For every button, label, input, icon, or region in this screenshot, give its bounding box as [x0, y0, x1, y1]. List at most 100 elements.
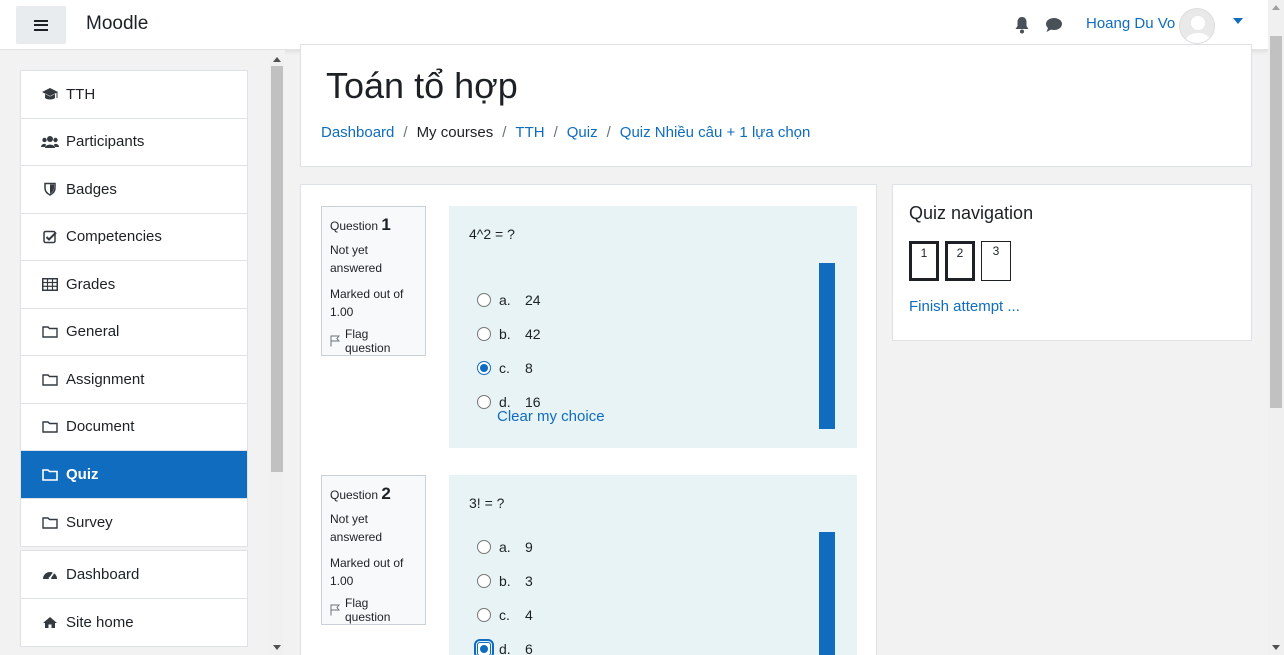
radio-button[interactable]	[477, 327, 491, 341]
breadcrumb: Dashboard / My courses / TTH / Quiz / Qu…	[321, 124, 810, 141]
sidebar-item-label: Participants	[66, 133, 145, 151]
sidebar-item-assignment[interactable]: Assignment	[21, 356, 247, 404]
page-header: Toán tổ hợp Dashboard / My courses / TTH…	[300, 44, 1252, 167]
sidebar-item-label: Badges	[66, 180, 117, 198]
answer-option[interactable]: b. 3	[477, 573, 533, 589]
chat-icon[interactable]	[1045, 17, 1063, 33]
radio-button[interactable]	[477, 395, 491, 409]
user-silhouette-icon	[1185, 16, 1211, 43]
question-number: Question 1	[330, 215, 391, 234]
breadcrumb-separator: /	[606, 124, 611, 141]
breadcrumb-quiz[interactable]: Quiz	[567, 124, 598, 141]
question-text: 4^2 = ?	[469, 226, 515, 242]
question-text: 3! = ?	[469, 495, 505, 511]
radio-button-checked[interactable]	[477, 361, 491, 375]
sidebar-item-label: Site home	[66, 613, 134, 631]
radio-button-checked[interactable]	[474, 639, 494, 655]
folder-icon	[41, 325, 59, 339]
nav-drawer: TTH Participants Badges Competencies Gra…	[0, 50, 285, 655]
breadcrumb-separator: /	[502, 124, 507, 141]
sidebar-item-tth[interactable]: TTH	[21, 71, 247, 119]
answer-option[interactable]: c. 4	[477, 607, 533, 623]
sidebar-item-label: Quiz	[66, 465, 99, 483]
radio-button[interactable]	[477, 540, 491, 554]
breadcrumb-tth[interactable]: TTH	[515, 124, 544, 141]
users-icon	[41, 135, 59, 149]
page-scrollbar-thumb[interactable]	[1270, 36, 1282, 408]
sidebar-item-label: Survey	[66, 513, 113, 531]
quiz-nav-button-3[interactable]: 3	[981, 241, 1011, 281]
folder-icon	[41, 467, 59, 481]
breadcrumb-my-courses: My courses	[416, 124, 494, 141]
menu-icon	[34, 19, 48, 31]
answer-option[interactable]: a. 24	[477, 292, 541, 308]
quiz-attempt-region: Question 1 Not yet answered Marked out o…	[300, 184, 877, 655]
scroll-up-icon[interactable]	[1272, 5, 1280, 10]
user-name[interactable]: Hoang Du Vo	[1086, 15, 1175, 32]
sidebar-item-competencies[interactable]: Competencies	[21, 214, 247, 261]
avatar[interactable]	[1179, 8, 1215, 44]
sidebar-item-label: Assignment	[66, 370, 145, 388]
breadcrumb-quiz-activity[interactable]: Quiz Nhiều câu + 1 lựa chọn	[620, 124, 811, 141]
radio-button[interactable]	[477, 608, 491, 622]
sidebar-item-document[interactable]: Document	[21, 404, 247, 451]
folder-icon	[41, 420, 59, 434]
table-icon	[41, 277, 59, 291]
question-grade: Marked out of 1.00	[330, 287, 404, 319]
answer-option[interactable]: b. 42	[477, 326, 541, 342]
sidebar-item-label: Dashboard	[66, 565, 140, 583]
check-square-icon	[41, 230, 59, 244]
answer-option[interactable]: d. 6	[474, 639, 533, 655]
sidebar-scrollbar-thumb[interactable]	[271, 66, 283, 472]
breadcrumb-dashboard[interactable]: Dashboard	[321, 124, 394, 141]
breadcrumb-separator: /	[553, 124, 558, 141]
sidebar-item-label: Grades	[66, 275, 116, 293]
site-nav: Dashboard Site home	[20, 550, 248, 647]
tachometer-icon	[41, 567, 59, 581]
scroll-down-icon[interactable]	[273, 645, 281, 650]
answer-highlight-bar	[819, 532, 835, 655]
flag-icon	[330, 335, 340, 347]
scroll-down-icon[interactable]	[1272, 645, 1280, 650]
question-content: 4^2 = ? a. 24 b. 42 c. 8 d. 16 Clear my …	[449, 206, 857, 448]
course-nav: TTH Participants Badges Competencies Gra…	[20, 70, 248, 547]
flag-question-button[interactable]: Flag question	[330, 327, 417, 355]
finish-attempt-link[interactable]: Finish attempt ...	[909, 298, 1020, 315]
quiz-navigation-title: Quiz navigation	[909, 203, 1034, 223]
quiz-navigation-block: Quiz navigation 1 2 3 Finish attempt ...	[892, 184, 1252, 341]
sidebar-item-dashboard[interactable]: Dashboard	[21, 551, 247, 599]
question-number: Question 2	[330, 484, 391, 503]
radio-button[interactable]	[477, 293, 491, 307]
sidebar-item-site-home[interactable]: Site home	[21, 599, 247, 647]
sidebar-item-label: TTH	[66, 85, 96, 103]
sidebar-item-label: General	[66, 323, 120, 341]
sidebar-item-quiz[interactable]: Quiz	[21, 451, 247, 499]
sidebar-item-grades[interactable]: Grades	[21, 261, 247, 309]
menu-toggle-button[interactable]	[16, 6, 66, 44]
answer-highlight-bar	[819, 263, 835, 429]
answer-option[interactable]: c. 8	[477, 360, 533, 376]
sidebar-item-general[interactable]: General	[21, 309, 247, 356]
clear-choice-link[interactable]: Clear my choice	[497, 408, 605, 425]
quiz-nav-button-2[interactable]: 2	[945, 241, 975, 281]
answer-option[interactable]: a. 9	[477, 539, 533, 555]
question-info: Question 2 Not yet answered Marked out o…	[321, 475, 426, 625]
shield-icon	[41, 182, 59, 197]
question-grade: Marked out of 1.00	[330, 556, 404, 588]
site-brand[interactable]: Moodle	[86, 13, 148, 35]
sidebar-item-label: Document	[66, 418, 135, 436]
folder-icon	[41, 372, 59, 386]
sidebar-item-participants[interactable]: Participants	[21, 119, 247, 166]
page-title: Toán tổ hợp	[326, 65, 518, 106]
caret-down-icon[interactable]	[1233, 18, 1243, 24]
quiz-nav-button-1[interactable]: 1	[909, 241, 939, 281]
bell-icon[interactable]	[1014, 16, 1030, 34]
question-content: 3! = ? a. 9 b. 3 c. 4 d. 6	[449, 475, 857, 655]
radio-button[interactable]	[477, 574, 491, 588]
flag-question-button[interactable]: Flag question	[330, 596, 417, 624]
question-state: Not yet answered	[330, 243, 383, 275]
scroll-up-icon[interactable]	[273, 57, 281, 62]
folder-icon	[41, 515, 59, 529]
sidebar-item-badges[interactable]: Badges	[21, 166, 247, 214]
sidebar-item-survey[interactable]: Survey	[21, 499, 247, 547]
